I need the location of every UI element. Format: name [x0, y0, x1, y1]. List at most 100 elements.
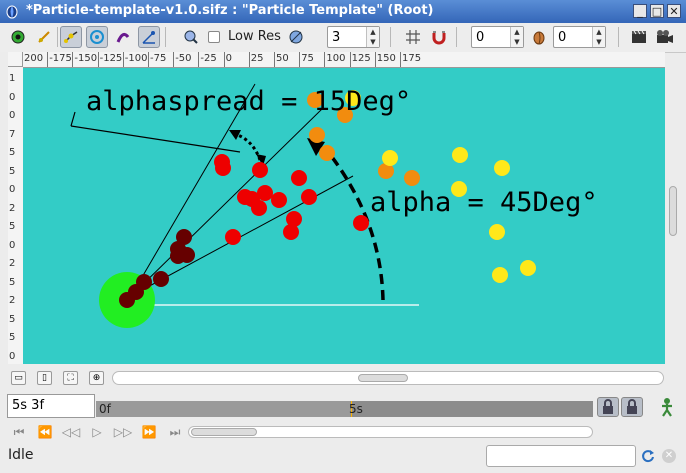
toggle-grid-button[interactable]: [402, 26, 424, 48]
stop-render-button[interactable]: ✕: [662, 449, 676, 463]
timeline-scrollbar-thumb[interactable]: [191, 428, 257, 436]
grid-icon: [406, 30, 420, 44]
zoom-out-button[interactable]: ▭: [11, 371, 26, 385]
toggle-ducks-angle-button[interactable]: [138, 26, 160, 48]
ruler-tick-label: 0: [9, 239, 16, 251]
ruler-tick-label: -150: [74, 53, 98, 64]
seek-next-frame-button[interactable]: ▷▷: [114, 424, 132, 440]
ruler-tick-label: -125: [99, 53, 123, 64]
spread-guide-line: [70, 125, 241, 153]
refresh-status-button[interactable]: [641, 449, 655, 463]
zoom-fit-button[interactable]: ⛶: [63, 371, 78, 385]
particle-yellow: [382, 150, 398, 166]
seek-prev-keyframe-button[interactable]: ⏪: [36, 424, 54, 440]
seek-prev-frame-button[interactable]: ◁◁: [62, 424, 80, 440]
future-onion-value: 0: [558, 30, 567, 45]
ruler-tick-label: -100: [124, 53, 148, 64]
particle-yellow: [520, 260, 536, 276]
seek-end-button[interactable]: ⏭: [166, 424, 184, 440]
fit-icon: ⛶: [67, 373, 74, 383]
lock-future-keyframe-button[interactable]: [621, 397, 643, 417]
maximize-button[interactable]: □: [650, 4, 664, 18]
particle-red: [251, 200, 267, 216]
particle-red: [252, 162, 268, 178]
stop-icon: ✕: [664, 450, 674, 461]
toggle-ducks-width-button[interactable]: [112, 26, 134, 48]
zoom-in-button[interactable]: ⊕: [89, 371, 104, 385]
ruler-tick-label: 150: [376, 53, 396, 64]
current-time-field[interactable]: 5s 3f: [7, 394, 95, 418]
toggle-ducks-vertex-button[interactable]: [60, 26, 82, 48]
particle-yellow: [452, 147, 468, 163]
zoom-normal-button[interactable]: ▯: [37, 371, 52, 385]
ruler-tick-label: 100: [326, 53, 346, 64]
status-text: Idle: [8, 447, 34, 463]
particle-dark: [136, 274, 152, 290]
ruler-tick: [299, 52, 301, 67]
seek-next-keyframe-button[interactable]: ⏩: [140, 424, 158, 440]
ruler-tick-label: 1: [9, 73, 16, 84]
emission-ray-center: [130, 107, 324, 297]
particle-yellow: [492, 267, 508, 283]
render-preview-button[interactable]: [180, 26, 202, 48]
horizontal-scrollbar-thumb[interactable]: [358, 374, 408, 382]
ruler-tick-label: -175: [49, 53, 72, 64]
ruler-tick-label: 200: [24, 53, 44, 64]
alphaspread-arrowhead: [229, 130, 241, 140]
ruler-tick-label: 7: [9, 128, 16, 140]
render-button[interactable]: [628, 26, 650, 48]
spin-arrows-icon[interactable]: ▲ ▼: [510, 27, 523, 47]
onion-skin-icon: [533, 31, 545, 45]
future-onion-spinbox[interactable]: 0 ▲ ▼: [553, 26, 606, 48]
ruler-tick-label: 75: [301, 53, 314, 64]
particle-scene[interactable]: alphaspread = 15Deg° alpha = 45Deg°: [23, 68, 665, 364]
particle-red: [301, 189, 317, 205]
toggle-snap-button[interactable]: [428, 26, 450, 48]
minimize-button[interactable]: _: [633, 4, 647, 18]
ruler-tick: [148, 52, 149, 67]
horizontal-scrollbar[interactable]: [112, 371, 664, 385]
seek-begin-button[interactable]: ⏮: [10, 424, 28, 440]
timeline-scrollbar[interactable]: [188, 426, 593, 438]
ruler-tick: [97, 52, 99, 67]
ruler-tick-label: 5: [9, 147, 16, 158]
minus-icon: ▭: [14, 373, 23, 383]
vertical-scrollbar[interactable]: [666, 68, 680, 364]
spin-arrows-icon[interactable]: ▲ ▼: [592, 27, 605, 47]
ruler-tick-label: 5: [9, 332, 16, 343]
toolbar-separator: [165, 27, 166, 47]
spin-arrows-icon[interactable]: ▲ ▼: [366, 27, 379, 47]
refresh-render-button[interactable]: [285, 26, 307, 48]
animation-mode-button[interactable]: [657, 397, 677, 417]
toggle-ducks-position-button[interactable]: [7, 26, 29, 48]
toolbar-separator: [618, 27, 619, 47]
play-icon: ▷: [92, 425, 102, 439]
seek-end-icon: ⏭: [169, 424, 181, 439]
work-area-canvas[interactable]: alphaspread = 15Deg° alpha = 45Deg°: [23, 68, 665, 364]
particle-orange: [309, 127, 325, 143]
ruler-tick-label: 25: [250, 53, 264, 64]
lock-past-keyframe-button[interactable]: [597, 397, 619, 417]
toggle-onion-skin-button[interactable]: [528, 26, 550, 48]
toggle-ducks-tangent-button[interactable]: [33, 26, 55, 48]
toolbar-separator: [390, 27, 391, 47]
preview-button[interactable]: [654, 26, 676, 48]
quality-spinbox[interactable]: 3 ▲ ▼: [327, 26, 380, 48]
play-button[interactable]: ▷: [88, 424, 106, 440]
particle-red: [283, 224, 299, 240]
toggle-ducks-radius-button[interactable]: [86, 26, 108, 48]
past-onion-spinbox[interactable]: 0 ▲ ▼: [471, 26, 524, 48]
lock-icon: [603, 399, 613, 414]
ruler-corner: [8, 52, 23, 67]
vertical-scrollbar-thumb[interactable]: [669, 186, 677, 236]
ruler-tick: [223, 52, 225, 67]
ruler-tick-label: 5: [9, 221, 16, 232]
low-res-checkbox[interactable]: [208, 31, 220, 43]
close-button[interactable]: ✕: [667, 4, 681, 18]
horizontal-ruler[interactable]: 200 -175 -150 -125 -100 -75 -50 -25 0 25 50 75 100 12…: [8, 52, 665, 68]
alphaspread-label: alphaspread = 15Deg°: [86, 86, 411, 117]
vertical-ruler[interactable]: 1 0 0 7 5 5 0 2 5 0 2 5 2 5 5 0: [8, 67, 24, 364]
zoom-render-icon: [184, 30, 198, 44]
ruler-tick: [349, 52, 351, 67]
clapperboard-icon: [632, 30, 646, 43]
